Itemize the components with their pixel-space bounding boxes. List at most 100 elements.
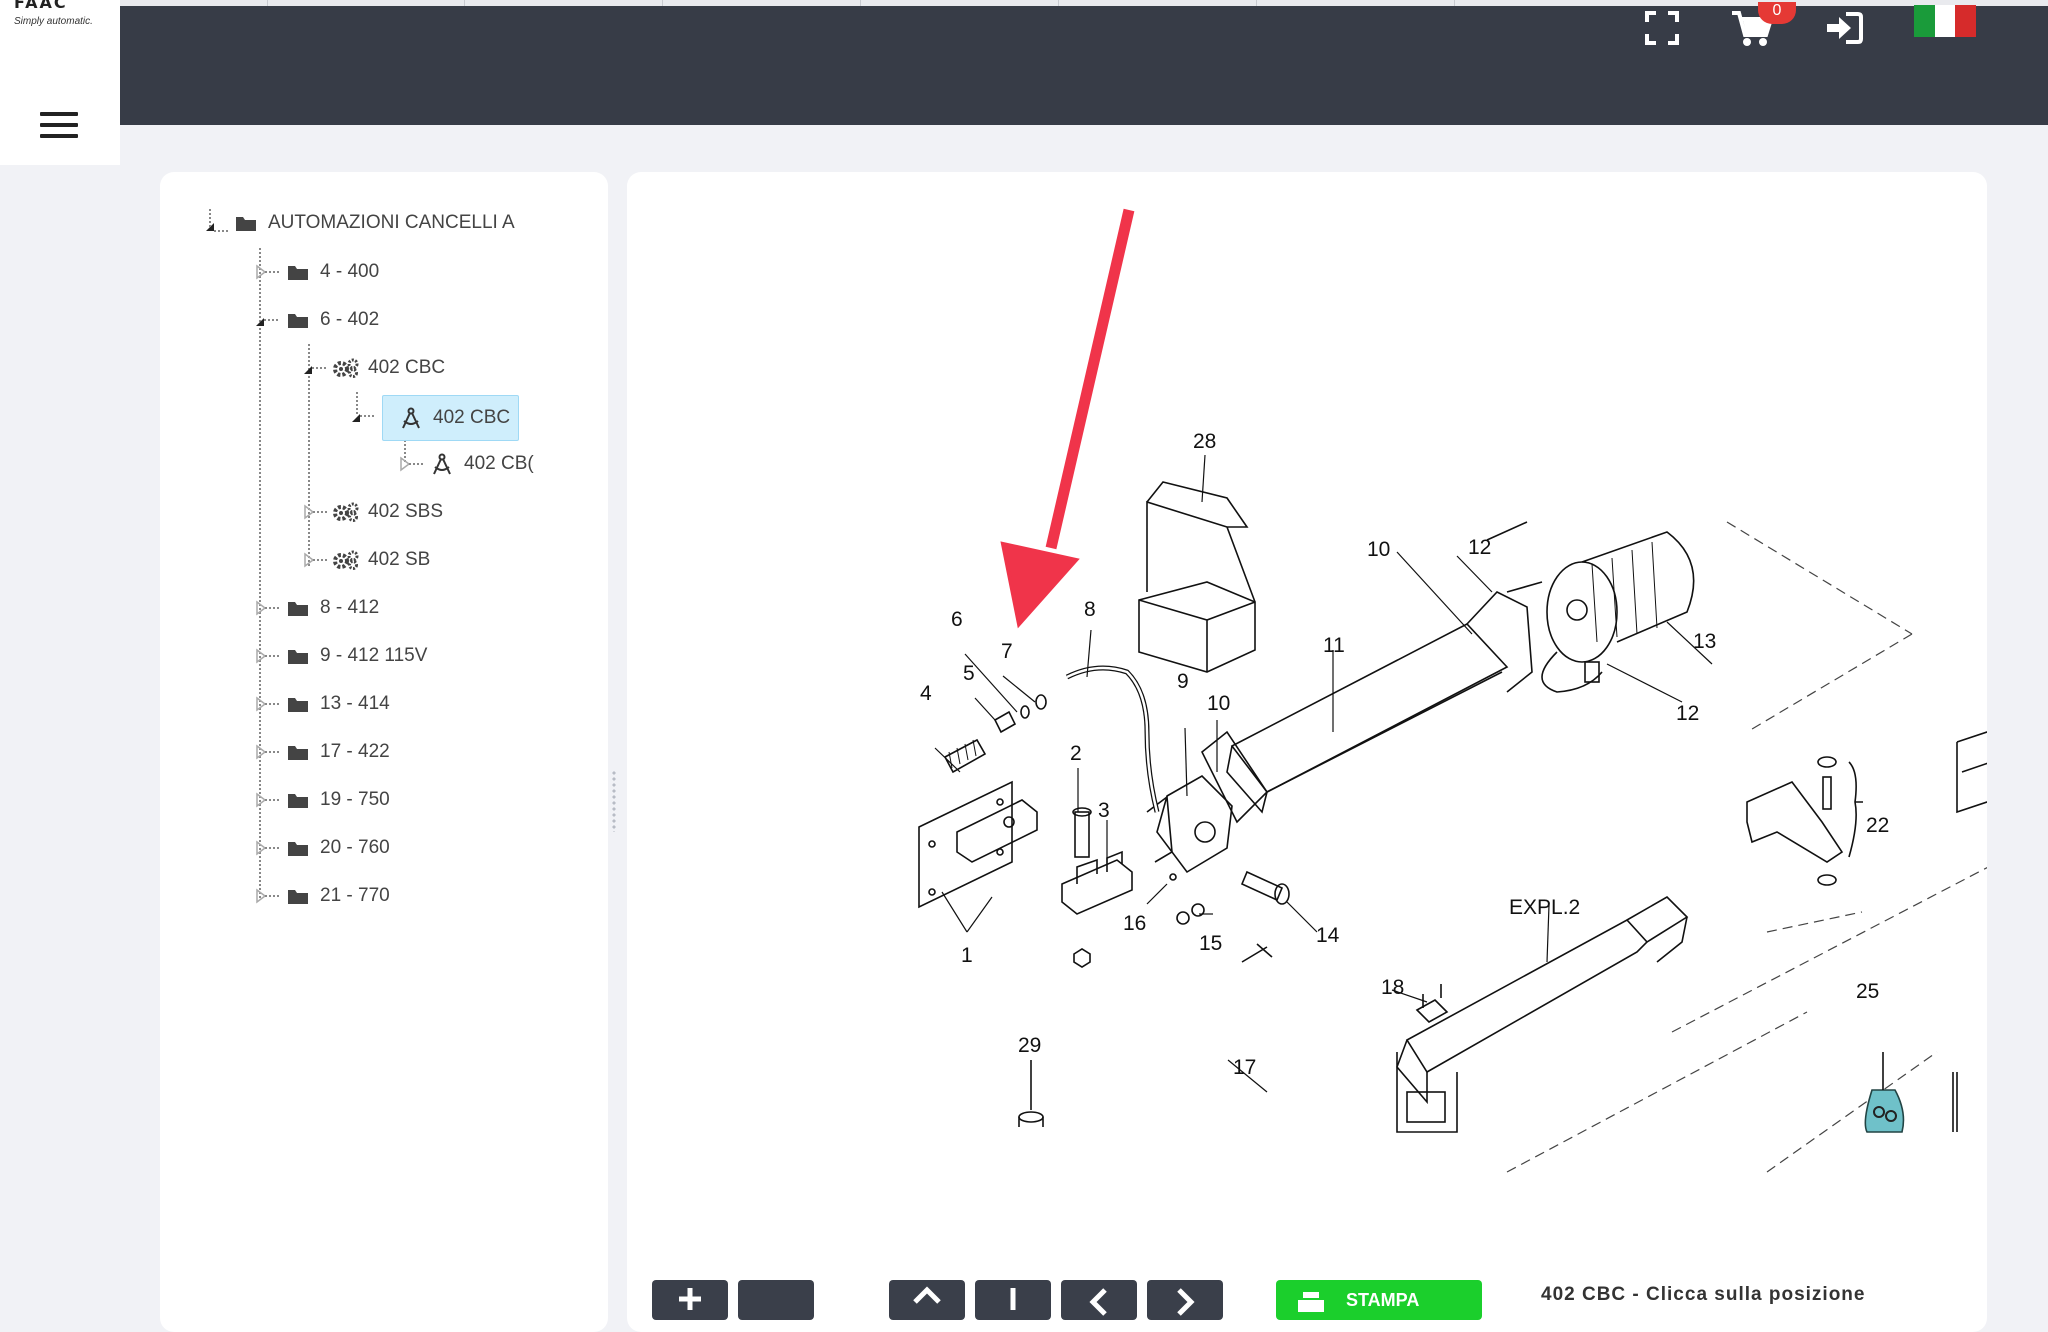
part-8-cable[interactable]: [1065, 665, 1160, 813]
part-11-tube[interactable]: [1200, 591, 1533, 824]
tree-item-21-770[interactable]: 21 - 770: [252, 878, 390, 914]
zoom-out-button[interactable]: [738, 1280, 814, 1320]
print-label: STAMPA: [1346, 1290, 1420, 1310]
part-number-label[interactable]: 15: [1199, 932, 1222, 955]
collapsed-arrow-icon[interactable]: [300, 498, 330, 526]
leader-lines: [934, 454, 1713, 1093]
part-number-label[interactable]: 12: [1468, 536, 1491, 559]
part-number-label[interactable]: 6: [951, 608, 963, 631]
tree-item-402-sbs[interactable]: 402 SBS: [300, 494, 443, 530]
folder-icon: [232, 212, 260, 234]
part-number-label[interactable]: 29: [1018, 1034, 1041, 1057]
expanded-arrow-icon[interactable]: [252, 306, 282, 334]
part-number-label[interactable]: 11: [1323, 634, 1345, 657]
part-3-fork[interactable]: [1061, 807, 1133, 968]
fullscreen-icon[interactable]: [1640, 8, 1684, 48]
pan-up-button[interactable]: [889, 1280, 965, 1320]
tree-root[interactable]: AUTOMAZIONI CANCELLI A: [200, 205, 515, 241]
part-number-label[interactable]: 12: [1676, 702, 1699, 725]
tree-label: 13 - 414: [320, 693, 390, 714]
part-number-label[interactable]: 10: [1367, 538, 1390, 561]
tree-item-4-400[interactable]: 4 - 400: [252, 254, 379, 290]
tree-item-402-cbc-group[interactable]: 402 CBC: [300, 350, 445, 386]
part-number-label[interactable]: 2: [1070, 742, 1082, 765]
folder-icon: [284, 261, 312, 283]
tree-item-17-422[interactable]: 17 - 422: [252, 734, 390, 770]
part-number-label[interactable]: 25: [1856, 980, 1879, 1003]
part-number-label[interactable]: 8: [1084, 598, 1096, 621]
panel-resize-handle[interactable]: [611, 770, 617, 832]
folder-icon: [284, 741, 312, 763]
tree-item-6-402[interactable]: 6 - 402: [252, 302, 379, 338]
collapsed-arrow-icon[interactable]: [252, 738, 282, 766]
expanded-arrow-icon[interactable]: [348, 402, 376, 430]
part-number-label[interactable]: 5: [963, 662, 975, 685]
part-number-label[interactable]: EXPL.2: [1509, 896, 1580, 919]
part-14-screw[interactable]: [1240, 870, 1290, 963]
pan-down-button[interactable]: [975, 1280, 1051, 1320]
tree-item-402-sb[interactable]: 402 SB: [300, 542, 430, 578]
tree-label: 402 CB(: [464, 453, 534, 474]
part-number-label[interactable]: 28: [1193, 430, 1216, 453]
part-number-label[interactable]: 13: [1693, 630, 1716, 653]
tree-item-20-760[interactable]: 20 - 760: [252, 830, 390, 866]
tree-item-402-cbc-child[interactable]: 402 CB(: [396, 446, 534, 482]
folder-icon: [284, 597, 312, 619]
tree-label: AUTOMAZIONI CANCELLI A: [268, 212, 515, 233]
part-16-washer[interactable]: [1169, 873, 1177, 881]
folder-icon: [284, 645, 312, 667]
part-25-bag[interactable]: [1864, 1052, 1905, 1133]
italian-flag-icon[interactable]: [1914, 4, 1977, 38]
part-18-plate[interactable]: [1415, 984, 1449, 1023]
collapsed-arrow-icon[interactable]: [252, 882, 282, 910]
part-number-label[interactable]: 16: [1123, 912, 1146, 935]
pan-right-button[interactable]: [1147, 1280, 1223, 1320]
part-number-label[interactable]: 14: [1316, 924, 1340, 947]
faac-logo[interactable]: FAAC: [14, 0, 110, 10]
collapsed-arrow-icon[interactable]: [252, 642, 282, 670]
collapsed-arrow-icon[interactable]: [300, 546, 330, 574]
part-number-label[interactable]: 22: [1866, 814, 1889, 837]
tree-item-402-cbc-selected[interactable]: 402 CBC: [382, 395, 520, 441]
collapsed-arrow-icon[interactable]: [252, 786, 282, 814]
cart-count-badge: 0: [1758, 2, 1796, 24]
part-number-label[interactable]: 9: [1177, 670, 1189, 693]
part-1-bracket[interactable]: [918, 780, 1038, 909]
part-number-label[interactable]: 7: [1001, 640, 1013, 663]
tree-item-8-412[interactable]: 8 - 412: [252, 590, 379, 626]
part-28-box[interactable]: [1138, 481, 1256, 673]
folder-icon: [284, 837, 312, 859]
part-number-label[interactable]: 1: [961, 944, 973, 967]
part-expl2-actuator[interactable]: [1396, 896, 1689, 1133]
hamburger-menu-icon[interactable]: [40, 112, 78, 138]
part-number-label[interactable]: 3: [1098, 799, 1110, 822]
collapsed-arrow-icon[interactable]: [252, 258, 282, 286]
tree-item-13-414[interactable]: 13 - 414: [252, 686, 390, 722]
zoom-in-button[interactable]: [652, 1280, 728, 1320]
part-number-label[interactable]: 10: [1207, 692, 1230, 715]
part-number-label[interactable]: 4: [920, 682, 932, 705]
gears-icon: [332, 549, 360, 571]
tree-item-19-750[interactable]: 19 - 750: [252, 782, 390, 818]
part-rail-section[interactable]: [1956, 727, 1987, 814]
tree-item-402-cbc-drawing-parent[interactable]: [348, 398, 376, 434]
expanded-arrow-icon[interactable]: [300, 354, 330, 382]
print-button[interactable]: STAMPA: [1276, 1280, 1482, 1320]
part-9-flange[interactable]: [1146, 775, 1233, 874]
exploded-parts-diagram[interactable]: 28 10 12 13 6 7 8 5 4 9 10 11 12 2 3 22 …: [627, 172, 1987, 1302]
pan-left-button[interactable]: [1061, 1280, 1137, 1320]
expanded-arrow-icon[interactable]: [200, 209, 238, 237]
login-icon[interactable]: [1822, 8, 1866, 48]
collapsed-arrow-icon[interactable]: [252, 594, 282, 622]
part-13-motor[interactable]: [1486, 521, 1695, 693]
folder-icon: [284, 885, 312, 907]
part-4-cable-gland[interactable]: [943, 694, 1047, 774]
part-29-cap[interactable]: [1018, 1060, 1044, 1127]
collapsed-arrow-icon[interactable]: [252, 690, 282, 718]
collapsed-arrow-icon[interactable]: [396, 450, 426, 478]
part-number-label[interactable]: 17: [1233, 1056, 1256, 1079]
collapsed-arrow-icon[interactable]: [252, 834, 282, 862]
part-number-label[interactable]: 18: [1381, 976, 1404, 999]
tree-item-9-412-115v[interactable]: 9 - 412 115V: [252, 638, 427, 674]
part-22-bracket[interactable]: [1746, 756, 1863, 886]
